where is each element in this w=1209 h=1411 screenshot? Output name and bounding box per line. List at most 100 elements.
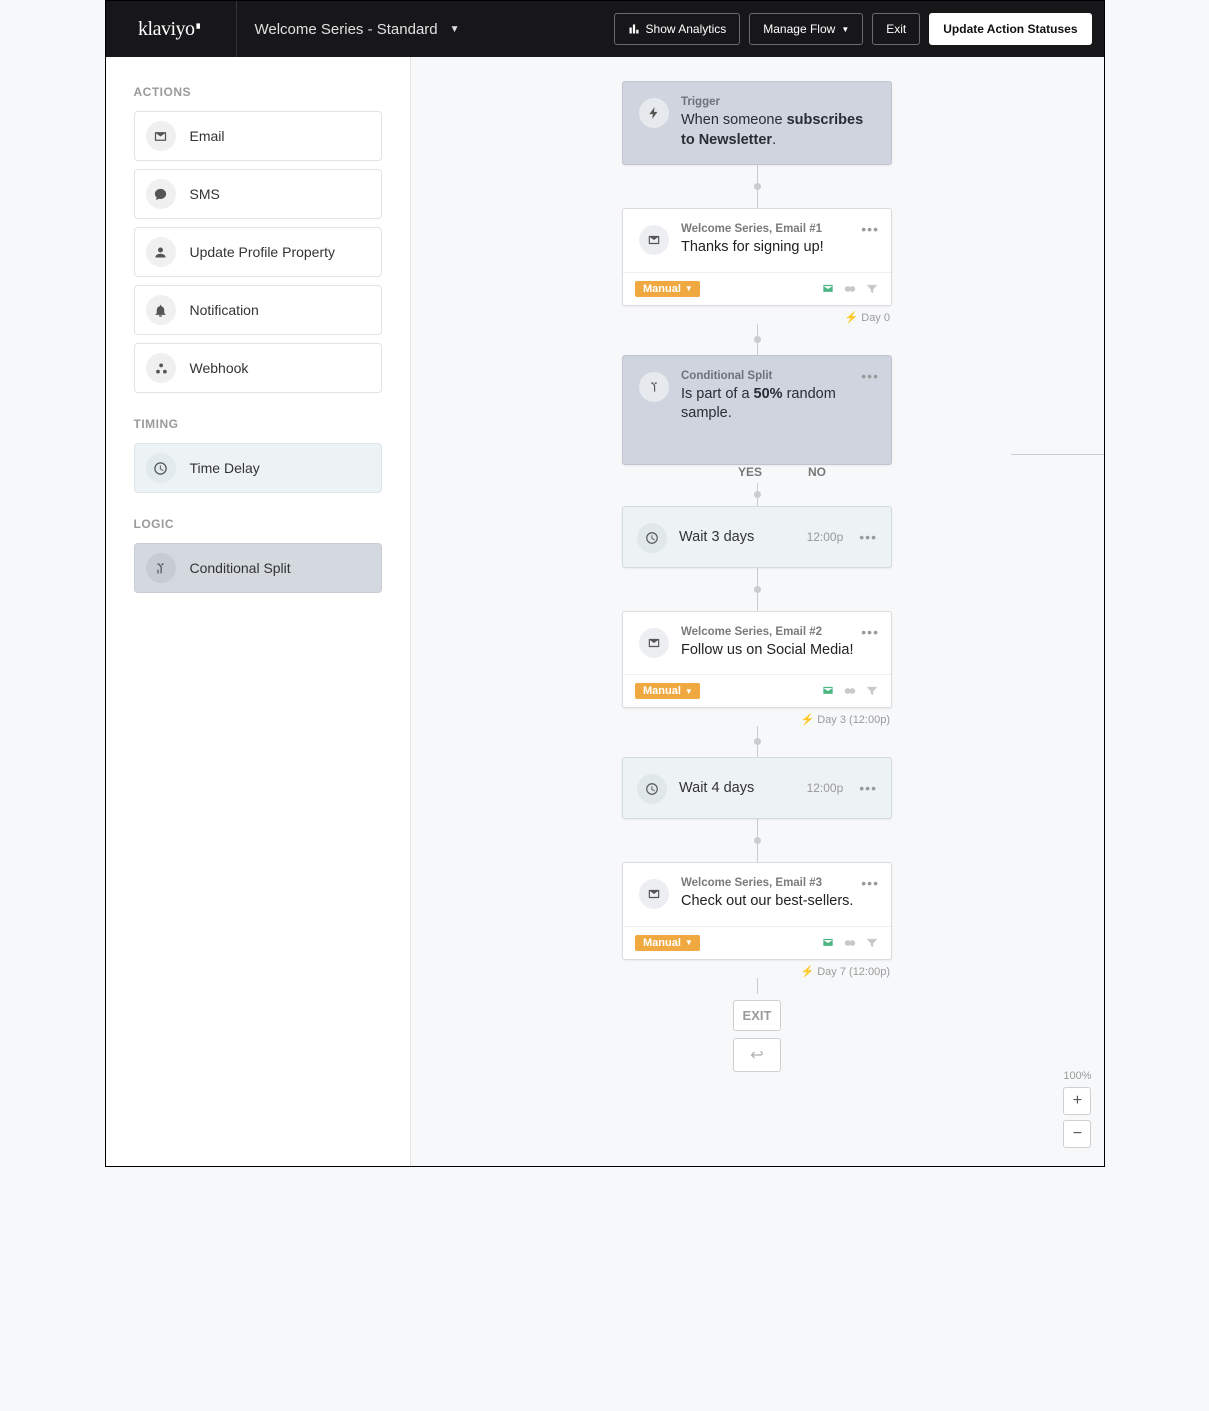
yes-label: YES bbox=[738, 465, 762, 479]
palette-time-delay-label: Time Delay bbox=[190, 460, 260, 476]
palette-sms[interactable]: SMS bbox=[134, 169, 382, 219]
wait1-text: Wait 3 days bbox=[679, 529, 795, 545]
split-icon bbox=[146, 553, 176, 583]
email-icon bbox=[639, 628, 669, 658]
flow-title-dropdown[interactable]: Welcome Series - Standard ▼ bbox=[237, 21, 478, 38]
wait2-text: Wait 4 days bbox=[679, 780, 795, 796]
exit-label: Exit bbox=[886, 22, 906, 36]
palette-update-profile-label: Update Profile Property bbox=[190, 244, 336, 260]
smart-send-icon bbox=[821, 936, 835, 950]
email-card-1[interactable]: ••• Welcome Series, Email #1 Thanks for … bbox=[622, 208, 892, 306]
brand-text: klaviyo bbox=[138, 18, 195, 41]
wait2-time: 12:00p bbox=[807, 781, 844, 795]
filter-icon bbox=[865, 936, 879, 950]
palette-conditional-split[interactable]: Conditional Split bbox=[134, 543, 382, 593]
email1-tag: Welcome Series, Email #1 bbox=[681, 223, 824, 235]
trigger-card[interactable]: Trigger When someone subscribes to Newsl… bbox=[622, 81, 892, 165]
zoom-in-button[interactable]: + bbox=[1063, 1087, 1091, 1115]
email3-text: Check out our best-sellers. bbox=[681, 892, 853, 912]
manage-flow-button[interactable]: Manage Flow ▼ bbox=[749, 13, 863, 45]
reconnect-node-yes[interactable]: ↩ bbox=[733, 1038, 781, 1072]
email-icon bbox=[639, 879, 669, 909]
exit-button[interactable]: Exit bbox=[872, 13, 920, 45]
card-footer-icons bbox=[821, 936, 879, 950]
palette-email[interactable]: Email bbox=[134, 111, 382, 161]
chevron-down-icon: ▼ bbox=[450, 24, 460, 35]
palette-sms-label: SMS bbox=[190, 186, 220, 202]
brand-mark: ▘ bbox=[197, 24, 203, 35]
sms-icon bbox=[146, 179, 176, 209]
smart-send-icon bbox=[821, 684, 835, 698]
brand-logo[interactable]: klaviyo▘ bbox=[106, 1, 237, 57]
email1-status-badge[interactable]: Manual▼ bbox=[635, 281, 700, 297]
email3-tag: Welcome Series, Email #3 bbox=[681, 877, 853, 889]
email3-status-badge[interactable]: Manual▼ bbox=[635, 935, 700, 951]
email3-day-note: ⚡ Day 7 (12:00p) bbox=[622, 965, 890, 978]
split-tag: Conditional Split bbox=[681, 370, 873, 382]
filter-icon bbox=[865, 684, 879, 698]
palette-notification[interactable]: Notification bbox=[134, 285, 382, 335]
flow-title-text: Welcome Series - Standard bbox=[255, 21, 438, 38]
time-delay-card-1[interactable]: Wait 3 days 12:00p ••• bbox=[622, 506, 892, 568]
split-text: Is part of a 50% random sample. bbox=[681, 385, 873, 424]
app-frame: klaviyo▘ Welcome Series - Standard ▼ Sho… bbox=[105, 0, 1105, 1167]
clock-icon bbox=[637, 523, 667, 553]
time-delay-card-2[interactable]: Wait 4 days 12:00p ••• bbox=[622, 757, 892, 819]
smart-send-icon bbox=[821, 282, 835, 296]
email-card-2[interactable]: ••• Welcome Series, Email #2 Follow us o… bbox=[622, 611, 892, 709]
ab-test-icon bbox=[843, 282, 857, 296]
card-menu-button[interactable]: ••• bbox=[859, 780, 877, 796]
bar-chart-icon bbox=[628, 23, 640, 35]
clock-icon bbox=[637, 774, 667, 804]
palette-update-profile[interactable]: Update Profile Property bbox=[134, 227, 382, 277]
split-labels: YES NO bbox=[622, 465, 892, 483]
card-menu-button[interactable]: ••• bbox=[859, 529, 877, 545]
webhook-icon bbox=[146, 353, 176, 383]
trigger-tag: Trigger bbox=[681, 96, 873, 108]
chevron-down-icon: ▼ bbox=[841, 25, 849, 34]
person-icon bbox=[146, 237, 176, 267]
email2-status-badge[interactable]: Manual▼ bbox=[635, 683, 700, 699]
topbar: klaviyo▘ Welcome Series - Standard ▼ Sho… bbox=[106, 1, 1104, 57]
wait1-time: 12:00p bbox=[807, 530, 844, 544]
zoom-out-button[interactable]: − bbox=[1063, 1120, 1091, 1148]
conditional-split-card[interactable]: ••• Conditional Split Is part of a 50% r… bbox=[622, 355, 892, 465]
chevron-down-icon: ▼ bbox=[685, 687, 693, 696]
exit-node-yes[interactable]: EXIT bbox=[733, 1000, 781, 1031]
palette-conditional-split-label: Conditional Split bbox=[190, 560, 291, 576]
card-footer-icons bbox=[821, 684, 879, 698]
zoom-controls: 100% + − bbox=[1063, 1070, 1091, 1148]
no-label: NO bbox=[808, 465, 826, 479]
show-analytics-label: Show Analytics bbox=[646, 22, 727, 36]
palette-webhook[interactable]: Webhook bbox=[134, 343, 382, 393]
update-action-statuses-button[interactable]: Update Action Statuses bbox=[929, 13, 1091, 45]
chevron-down-icon: ▼ bbox=[685, 938, 693, 947]
manage-flow-label: Manage Flow bbox=[763, 22, 835, 36]
palette-time-delay[interactable]: Time Delay bbox=[134, 443, 382, 493]
ab-test-icon bbox=[843, 936, 857, 950]
flow-canvas[interactable]: Trigger When someone subscribes to Newsl… bbox=[411, 57, 1104, 1166]
palette-webhook-label: Webhook bbox=[190, 360, 249, 376]
email1-text: Thanks for signing up! bbox=[681, 238, 824, 258]
connector-line bbox=[1011, 454, 1104, 455]
split-icon bbox=[639, 372, 669, 402]
show-analytics-button[interactable]: Show Analytics bbox=[614, 13, 741, 45]
ab-test-icon bbox=[843, 684, 857, 698]
zoom-level: 100% bbox=[1063, 1070, 1091, 1082]
card-footer-icons bbox=[821, 282, 879, 296]
card-menu-button[interactable]: ••• bbox=[861, 221, 879, 237]
lightning-icon bbox=[639, 98, 669, 128]
actions-heading: ACTIONS bbox=[134, 85, 382, 99]
email2-day-note: ⚡ Day 3 (12:00p) bbox=[622, 713, 890, 726]
chevron-down-icon: ▼ bbox=[685, 284, 693, 293]
bell-icon bbox=[146, 295, 176, 325]
update-statuses-label: Update Action Statuses bbox=[943, 22, 1077, 36]
email1-day-note: ⚡ Day 0 bbox=[622, 311, 890, 324]
email2-text: Follow us on Social Media! bbox=[681, 641, 853, 661]
email-card-3[interactable]: ••• Welcome Series, Email #3 Check out o… bbox=[622, 862, 892, 960]
card-menu-button[interactable]: ••• bbox=[861, 368, 879, 384]
card-menu-button[interactable]: ••• bbox=[861, 624, 879, 640]
email-icon bbox=[146, 121, 176, 151]
card-menu-button[interactable]: ••• bbox=[861, 875, 879, 891]
clock-icon bbox=[146, 453, 176, 483]
